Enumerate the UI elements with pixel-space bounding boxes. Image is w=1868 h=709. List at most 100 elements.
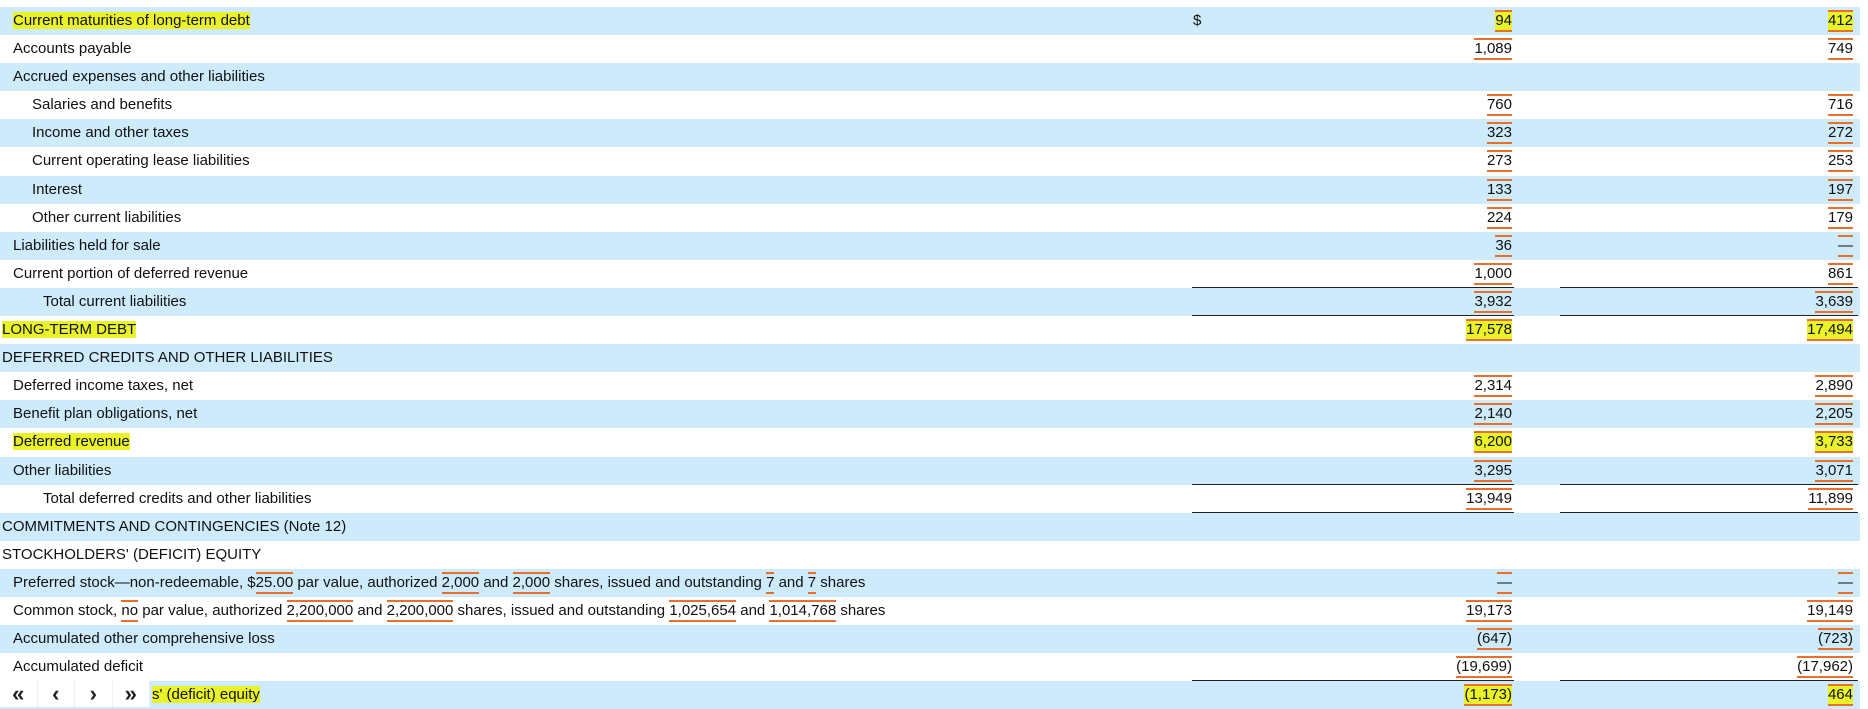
currency-symbol: $: [1193, 12, 1202, 29]
table-row: Deferred income taxes, net 2,314 2,890: [0, 372, 1860, 400]
tagged-value[interactable]: 2,890: [1815, 375, 1853, 398]
tagged-value[interactable]: 7: [807, 571, 817, 594]
table-row: Interest 133 197: [0, 175, 1860, 204]
value-current-year: 94: [1495, 7, 1512, 35]
label-text: Liabilities held for sale: [13, 236, 161, 254]
tagged-value[interactable]: 273: [1486, 150, 1512, 173]
tagged-value[interactable]: (723): [1817, 628, 1853, 651]
table-row: DEFERRED CREDITS AND OTHER LIABILITIES: [0, 344, 1860, 373]
table-row: Liabilities held for sale 36 —: [0, 231, 1860, 260]
tagged-value[interactable]: —: [1838, 571, 1853, 594]
tagged-value[interactable]: (1,173): [1464, 684, 1512, 707]
label-text: shares: [816, 573, 866, 591]
label-text: par value, authorized: [138, 601, 287, 619]
first-page-button[interactable]: «: [0, 679, 38, 707]
table-row: Accrued expenses and other liabilities: [0, 63, 1860, 92]
label-text: and: [774, 573, 808, 591]
table-row: Benefit plan obligations, net 2,140 2,205: [0, 400, 1860, 429]
tagged-value[interactable]: 2,200,000: [386, 599, 454, 622]
tagged-value[interactable]: 6,200: [1474, 431, 1512, 454]
tagged-value[interactable]: 197: [1827, 178, 1853, 201]
label-text: Deferred revenue: [13, 433, 130, 451]
tagged-value[interactable]: —: [1497, 571, 1512, 594]
tagged-value[interactable]: 13,949: [1466, 487, 1512, 510]
tagged-value[interactable]: 179: [1827, 206, 1853, 229]
tagged-value[interactable]: 2,205: [1815, 403, 1853, 426]
tagged-value[interactable]: 94: [1495, 10, 1512, 32]
tagged-value[interactable]: 11,899: [1808, 487, 1853, 510]
tagged-value[interactable]: —: [1838, 234, 1853, 257]
tagged-value[interactable]: 17,494: [1807, 319, 1853, 342]
table-row: Total deferred credits and other liabili…: [0, 485, 1860, 513]
label-text: Accrued expenses and other liabilities: [13, 68, 265, 86]
value-current-year: 3,295: [1474, 457, 1512, 485]
row-label: Total current liabilities: [43, 288, 186, 316]
tagged-value[interactable]: 760: [1486, 94, 1512, 117]
label-text: Common stock,: [13, 601, 122, 619]
tagged-value[interactable]: 1,014,768: [769, 599, 837, 622]
table-row: Other current liabilities 224 179: [0, 204, 1860, 232]
last-page-button[interactable]: »: [113, 679, 150, 707]
tagged-value[interactable]: 1,000: [1474, 262, 1512, 285]
value-prior-year: 253: [1827, 147, 1853, 175]
value-prior-year: —: [1838, 232, 1853, 260]
tagged-value[interactable]: 1,089: [1474, 38, 1512, 61]
table-row: Deferred revenue 6,200 3,733: [0, 428, 1860, 456]
value-prior-year: 179: [1827, 204, 1853, 232]
value-prior-year: 272: [1827, 119, 1853, 147]
value-prior-year: 861: [1827, 260, 1853, 288]
tagged-value[interactable]: 2,314: [1474, 375, 1512, 398]
table-row: s' (deficit) equity (1,173) 464: [0, 681, 1860, 709]
previous-page-button[interactable]: ‹: [38, 679, 75, 707]
tagged-value[interactable]: 716: [1827, 94, 1853, 117]
row-label: Deferred revenue: [13, 428, 130, 456]
tagged-value[interactable]: (647): [1476, 628, 1512, 651]
tagged-value[interactable]: 1,025,654: [669, 599, 737, 622]
label-text: Salaries and benefits: [32, 96, 173, 114]
label-text: Income and other taxes: [32, 124, 189, 142]
row-label: s' (deficit) equity: [152, 681, 260, 709]
tagged-value[interactable]: 861: [1827, 262, 1853, 285]
tagged-value[interactable]: 2,000: [512, 571, 551, 594]
tagged-value[interactable]: 749: [1827, 38, 1853, 61]
tagged-value[interactable]: (19,699): [1456, 656, 1512, 679]
tagged-value[interactable]: 2,200,000: [286, 599, 354, 622]
tagged-value[interactable]: no: [121, 599, 139, 622]
table-row: Salaries and benefits 760 716: [0, 91, 1860, 119]
tagged-value[interactable]: 36: [1495, 234, 1512, 257]
label-text: and: [353, 601, 387, 619]
row-label: Accumulated deficit: [13, 653, 143, 681]
tagged-value[interactable]: 323: [1486, 122, 1512, 145]
value-prior-year: 749: [1827, 35, 1853, 63]
label-text: LONG-TERM DEBT: [2, 321, 137, 339]
tagged-value[interactable]: 224: [1486, 206, 1512, 229]
tagged-value[interactable]: 19,173: [1466, 599, 1512, 622]
tagged-value[interactable]: 3,295: [1474, 459, 1512, 482]
tagged-value[interactable]: 464: [1827, 684, 1853, 707]
tagged-value[interactable]: 17,578: [1466, 319, 1512, 342]
row-label: Accounts payable: [13, 35, 131, 63]
table-row: Current maturities of long-term debt $94 4…: [0, 7, 1860, 36]
row-label: LONG-TERM DEBT: [2, 316, 137, 344]
tagged-value[interactable]: 412: [1827, 10, 1853, 32]
tagged-value[interactable]: 253: [1827, 150, 1853, 173]
tagged-value[interactable]: 272: [1827, 122, 1853, 145]
tagged-value[interactable]: (17,962): [1797, 656, 1853, 679]
tagged-value[interactable]: 3,932: [1474, 290, 1512, 313]
value-current-year: —: [1497, 569, 1512, 597]
tagged-value[interactable]: 3,639: [1815, 290, 1853, 313]
value-prior-year: 17,494: [1807, 316, 1853, 344]
row-label: Preferred stock—non-redeemable, $25.00 p…: [13, 569, 865, 597]
value-prior-year: (723): [1817, 625, 1853, 653]
value-prior-year: 3,071: [1815, 457, 1853, 485]
tagged-value[interactable]: 19,149: [1807, 599, 1853, 622]
tagged-value[interactable]: 25.00: [255, 571, 294, 594]
tagged-value[interactable]: 2,140: [1474, 403, 1512, 426]
next-page-button[interactable]: ›: [75, 679, 113, 707]
pagination-controls: « ‹ › »: [0, 679, 150, 707]
tagged-value[interactable]: 2,000: [441, 571, 480, 594]
table-row: COMMITMENTS AND CONTINGENCIES (Note 12): [0, 512, 1860, 541]
tagged-value[interactable]: 133: [1486, 178, 1512, 201]
tagged-value[interactable]: 3,733: [1815, 431, 1853, 454]
tagged-value[interactable]: 3,071: [1815, 459, 1853, 482]
